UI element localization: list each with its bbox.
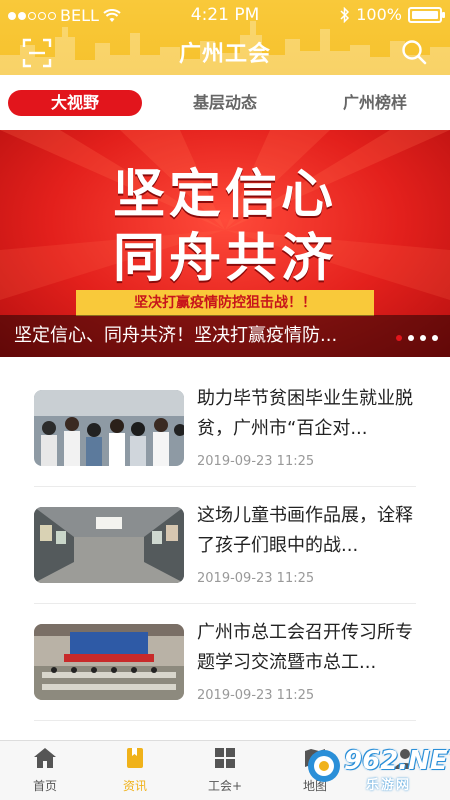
home-icon [34, 748, 56, 768]
bluetooth-icon [340, 6, 350, 23]
news-thumbnail [34, 624, 184, 700]
crowd-photo [34, 390, 184, 466]
battery-percent: 100% [356, 5, 402, 24]
news-date: 2019-09-23 11:25 [197, 688, 315, 703]
watermark-subtext: 乐游网 [366, 778, 412, 793]
watermark-text: 962.NET [344, 746, 450, 776]
banner-carousel[interactable]: 坚定信心 同舟共济 坚决打赢疫情防控狙击战！！ 坚定信心、同舟共济！坚决打赢疫情… [0, 130, 450, 357]
news-title: 助力毕节贫困毕业生就业脱贫，广州市“百企对... [197, 388, 413, 439]
search-button[interactable] [400, 38, 428, 66]
nav-label-union-plus: 工会+ [207, 779, 243, 793]
banner-slogan: 坚决打赢疫情防控狙击战！！ [76, 290, 374, 316]
status-bar: BELL 4:21 PM 100% [0, 0, 450, 30]
carousel-dot[interactable] [396, 335, 402, 341]
battery-icon [408, 6, 445, 23]
banner-caption: 坚定信心、同舟共济！坚决打赢疫情防... [14, 325, 338, 346]
site-watermark: 962.NET 乐游网 [304, 742, 450, 794]
news-date: 2019-09-23 11:25 [197, 571, 315, 586]
news-title: 这场儿童书画作品展，诠释了孩子们眼中的战... [197, 505, 413, 556]
nav-item-news[interactable]: 资讯 [90, 741, 180, 800]
status-right: 100% [340, 5, 445, 24]
news-item[interactable]: 广州市总工会召开传习所专题学习交流暨市总工... 2019-09-23 11:2… [34, 604, 416, 721]
bookmark-icon [127, 748, 143, 768]
meeting-hall-photo [34, 624, 184, 700]
app-header: BELL 4:21 PM 100% 广州工会 [0, 0, 450, 75]
carousel-dot[interactable] [420, 335, 426, 341]
tab-grassroots-news[interactable]: 基层动态 [160, 90, 290, 116]
tab-big-vision[interactable]: 大视野 [8, 90, 142, 116]
nav-item-home[interactable]: 首页 [0, 741, 90, 800]
watermark-logo-icon [308, 750, 340, 782]
exhibition-hall-photo [34, 507, 184, 583]
carousel-indicator [396, 335, 438, 341]
carousel-dot[interactable] [432, 335, 438, 341]
carousel-dot[interactable] [408, 335, 414, 341]
grid-icon [215, 748, 235, 768]
page-title: 广州工会 [178, 42, 271, 67]
news-thumbnail [34, 507, 184, 583]
banner-headline-2: 同舟共济 [112, 229, 337, 289]
news-thumbnail [34, 390, 184, 466]
nav-label-news: 资讯 [122, 779, 147, 793]
news-title: 广州市总工会召开传习所专题学习交流暨市总工... [197, 622, 413, 673]
category-tabs: 大视野 基层动态 广州榜样 [0, 75, 450, 130]
nav-item-union-plus[interactable]: 工会+ [180, 741, 270, 800]
tab-guangzhou-models[interactable]: 广州榜样 [310, 90, 440, 116]
nav-label-home: 首页 [32, 779, 57, 793]
news-date: 2019-09-23 11:25 [197, 454, 315, 469]
news-item[interactable]: 助力毕节贫困毕业生就业脱贫，广州市“百企对... 2019-09-23 11:2… [34, 370, 416, 487]
news-item[interactable]: 这场儿童书画作品展，诠释了孩子们眼中的战... 2019-09-23 11:25 [34, 487, 416, 604]
search-icon [402, 40, 427, 65]
